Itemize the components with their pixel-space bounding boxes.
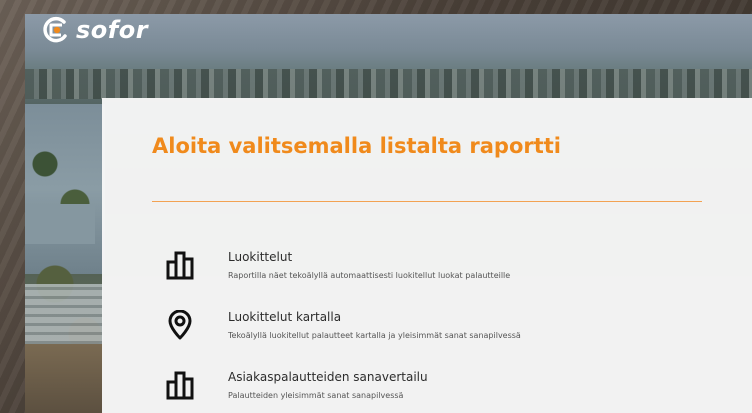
map-pin-icon [168, 310, 192, 340]
report-description: Raportilla näet tekoälyllä automaattises… [228, 271, 511, 280]
bar-chart-icon [166, 371, 194, 400]
report-item-asiakaspalautteiden-sanavertailu[interactable]: Asiakaspalautteiden sanavertailu Palautt… [166, 370, 428, 400]
report-item-luokittelut[interactable]: Luokittelut Raportilla näet tekoälyllä a… [166, 250, 510, 280]
report-item-luokittelut-kartalla[interactable]: Luokittelut kartalla Tekoälyllä luokitel… [166, 310, 521, 340]
page-title: Aloita valitsemalla listalta raportti [152, 134, 562, 158]
report-description: Palautteiden yleisimmät sanat sanapilves… [228, 391, 404, 400]
sofor-logo-icon [43, 16, 67, 43]
title-divider [152, 201, 702, 202]
brand-name: sofor [76, 16, 149, 44]
report-name[interactable]: Asiakaspalautteiden sanavertailu [228, 370, 428, 384]
report-description: Tekoälyllä luokitellut palautteet kartal… [228, 331, 521, 340]
report-name[interactable]: Luokittelut kartalla [228, 310, 521, 324]
brand-logo[interactable]: sofor [42, 16, 148, 44]
app-viewport: sofor Aloita valitsemalla listalta rapor… [0, 0, 752, 413]
bar-chart-icon [166, 251, 194, 280]
report-selection-panel: Aloita valitsemalla listalta raportti Lu… [102, 98, 752, 413]
report-name[interactable]: Luokittelut [228, 250, 510, 264]
